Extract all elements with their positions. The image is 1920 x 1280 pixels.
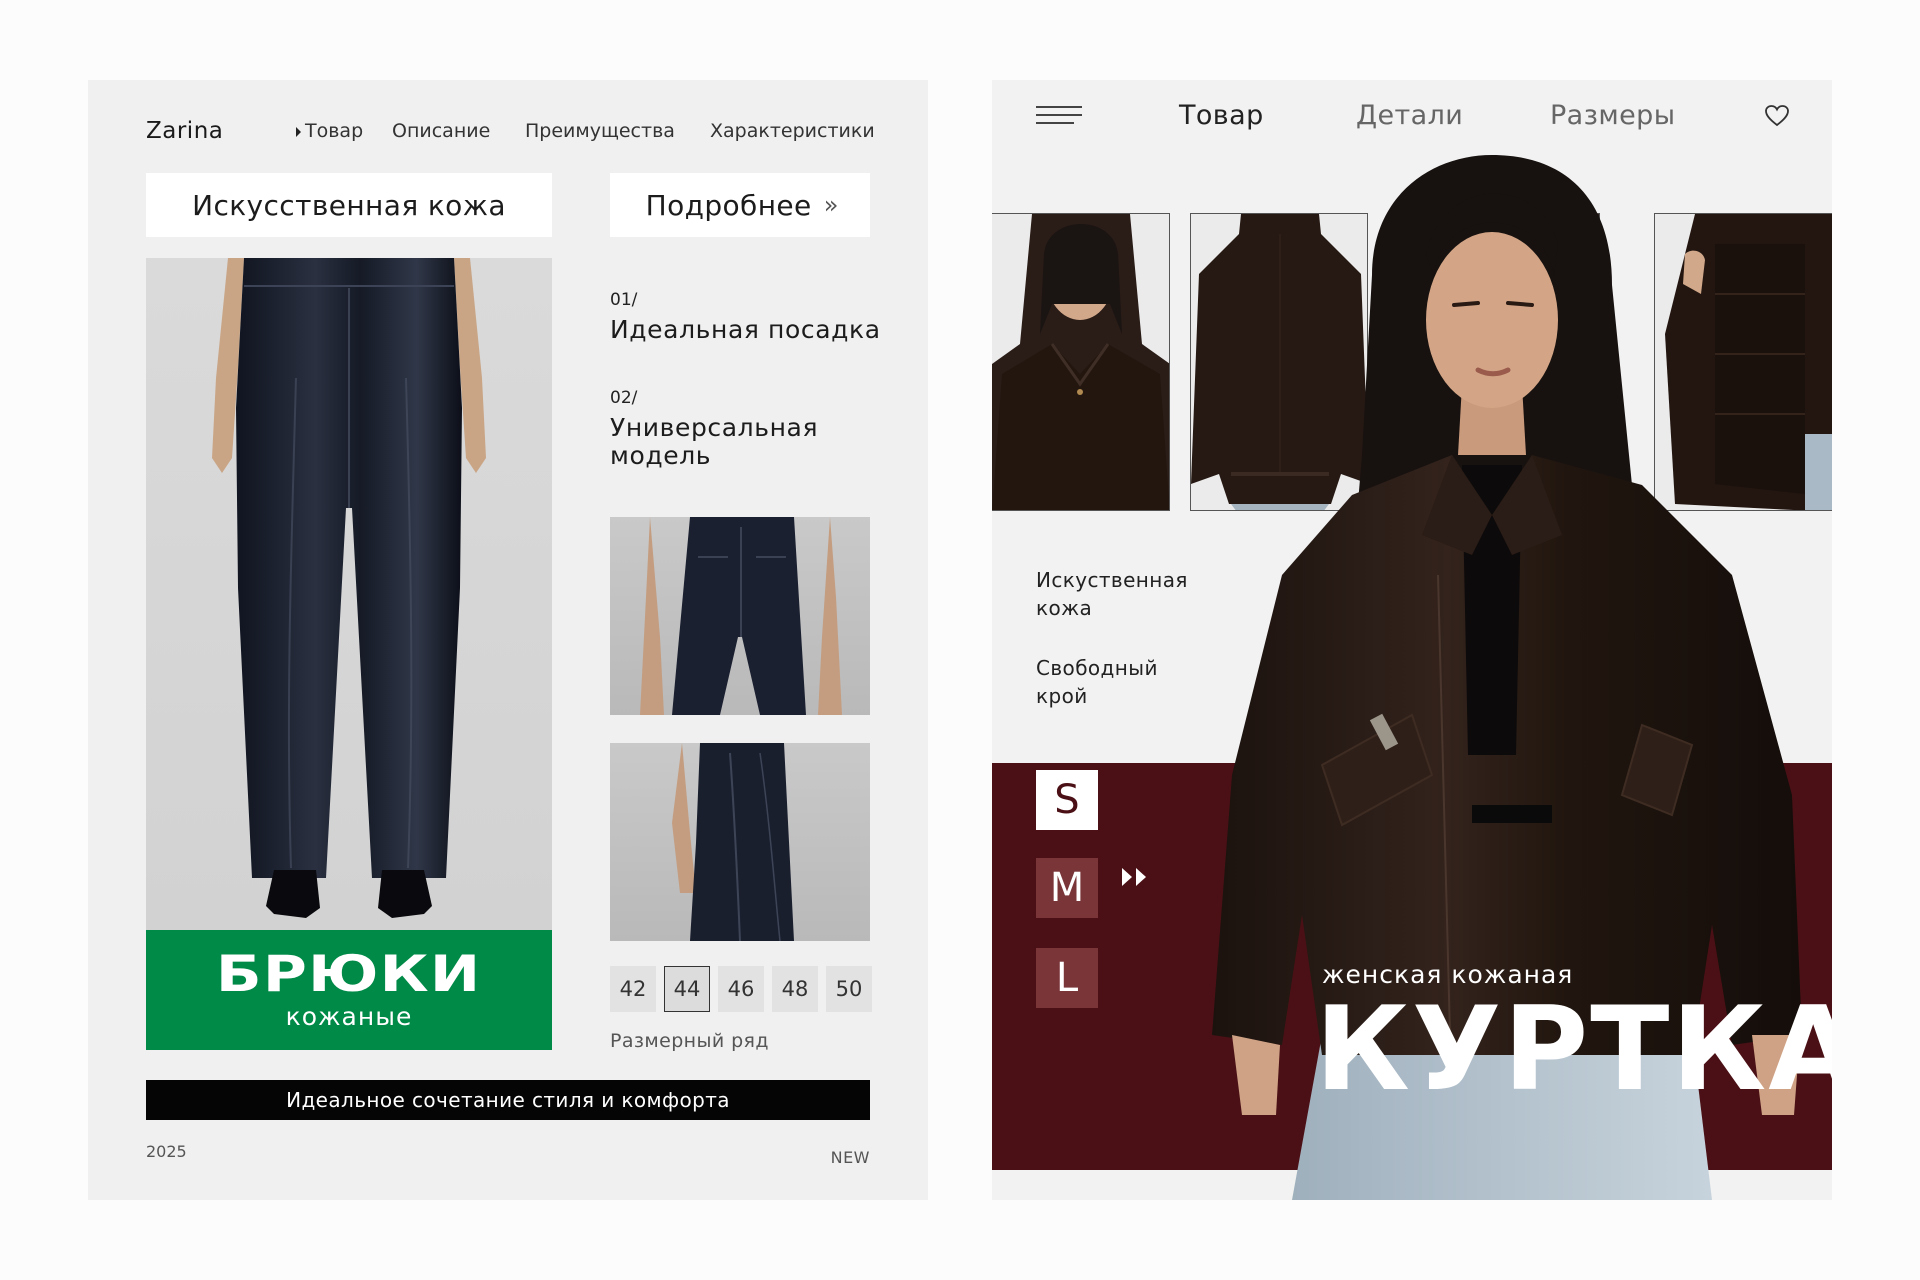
nav-item-description[interactable]: Описание: [392, 120, 490, 142]
trousers-back-photo[interactable]: [610, 517, 870, 715]
active-indicator-icon: [296, 126, 301, 137]
new-badge: NEW: [830, 1148, 870, 1167]
trousers-main-photo: [146, 258, 552, 930]
size-selector: 42 44 46 48 50: [610, 966, 872, 1012]
material-label: Искусственная кожа: [146, 173, 552, 237]
year-label: 2025: [146, 1142, 187, 1161]
feature-number: 01/: [610, 290, 638, 310]
jacket-front-illustration: [992, 214, 1169, 510]
chevrons-right-icon: »: [823, 191, 839, 219]
nav-item-sizes[interactable]: Размеры: [1550, 100, 1675, 131]
feature-title-line: Универсальная: [610, 413, 819, 442]
size-option-44[interactable]: 44: [664, 966, 710, 1012]
nav-item-product[interactable]: Товар: [1179, 100, 1264, 131]
feature-material: Искуственная кожа: [1036, 566, 1188, 622]
trousers-side-illustration: [672, 743, 794, 941]
nav-item-specs[interactable]: Характеристики: [710, 120, 875, 142]
feature-line: Свободный: [1036, 656, 1158, 680]
trousers-illustration: [212, 258, 486, 918]
feature-line: крой: [1036, 684, 1088, 708]
nav-item-details[interactable]: Детали: [1356, 100, 1463, 131]
nav-item-advantages[interactable]: Преимущества: [525, 120, 675, 142]
trousers-side-photo[interactable]: [610, 743, 870, 941]
jacket-product-card: Товар Детали Размеры Искуственная кожа С…: [992, 80, 1832, 1200]
more-button[interactable]: Подробнее »: [610, 173, 870, 237]
fast-forward-icon[interactable]: [1120, 866, 1150, 888]
feature-title-line: модель: [610, 441, 712, 470]
size-option-46[interactable]: 46: [718, 966, 764, 1012]
size-option-s[interactable]: S: [1036, 770, 1098, 830]
menu-icon[interactable]: [1036, 106, 1082, 130]
size-option-42[interactable]: 42: [610, 966, 656, 1012]
trousers-product-card: Zarina Товар Описание Преимущества Харак…: [88, 80, 928, 1200]
product-title: КУРТКА: [1315, 982, 1832, 1117]
more-button-label: Подробнее: [645, 188, 812, 222]
feature-title: Универсальная модель: [610, 414, 818, 470]
product-title-block: БРЮКИ кожаные: [146, 930, 552, 1050]
size-option-l[interactable]: L: [1036, 948, 1098, 1008]
heart-icon[interactable]: [1764, 104, 1790, 128]
feature-line: Искуственная: [1036, 568, 1188, 592]
tagline-banner: Идеальное сочетание стиля и комфорта: [146, 1080, 870, 1120]
size-option-48[interactable]: 48: [772, 966, 818, 1012]
size-option-m[interactable]: M: [1036, 858, 1098, 918]
jacket-thumb-front[interactable]: [992, 213, 1170, 511]
product-title: БРЮКИ: [216, 945, 482, 1003]
feature-title: Идеальная посадка: [610, 315, 881, 344]
feature-number: 02/: [610, 388, 638, 408]
size-range-caption: Размерный ряд: [610, 1030, 769, 1052]
brand-logo[interactable]: Zarina: [146, 118, 223, 144]
nav-item-product[interactable]: Товар: [296, 120, 363, 142]
feature-line: кожа: [1036, 596, 1093, 620]
size-option-50[interactable]: 50: [826, 966, 872, 1012]
trousers-back-illustration: [640, 517, 842, 715]
product-subtitle: кожаные: [285, 1002, 413, 1031]
feature-fit: Свободный крой: [1036, 654, 1158, 710]
